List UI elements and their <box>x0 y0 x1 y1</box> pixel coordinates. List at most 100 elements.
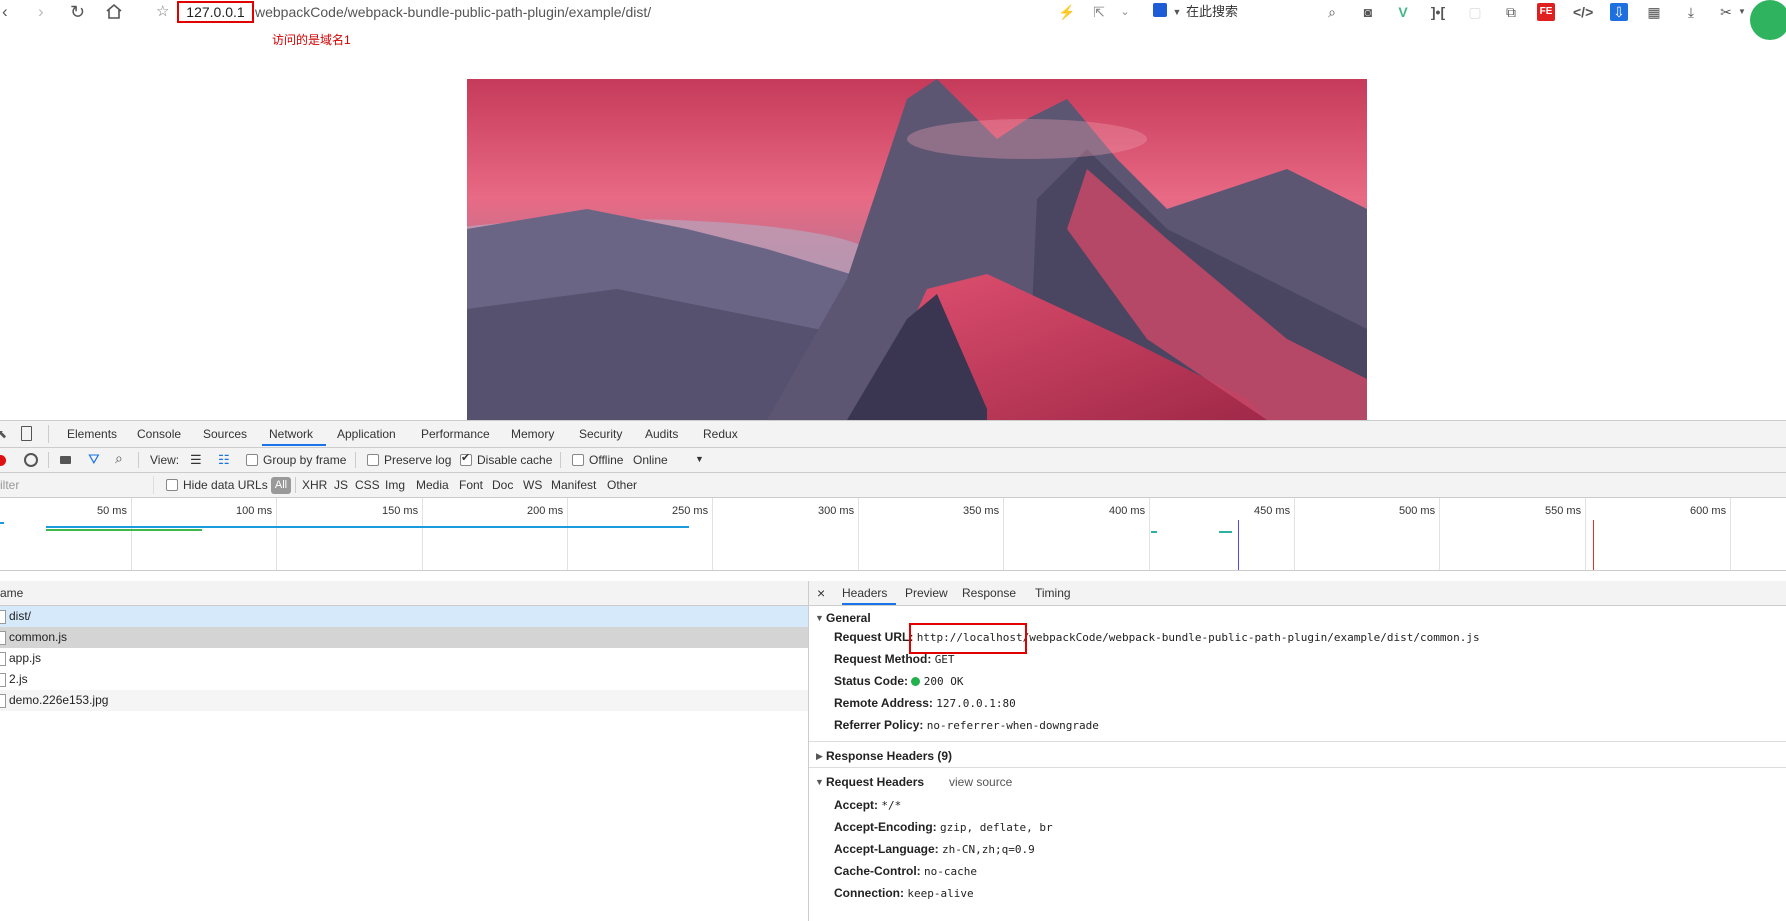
search-input[interactable]: 在此搜索 <box>1186 3 1238 21</box>
request-row[interactable]: 2.js <box>0 669 808 690</box>
code-icon[interactable]: </> <box>1573 3 1593 21</box>
filter-type-js[interactable]: JS <box>334 473 348 497</box>
filter-input[interactable]: ilter <box>0 473 19 497</box>
chevron-down-icon[interactable]: ⌄ <box>1116 3 1134 21</box>
group-by-frame-checkbox[interactable] <box>246 454 258 466</box>
download-icon[interactable]: ⤓ <box>1682 3 1700 21</box>
name-column-header[interactable]: ame <box>0 581 23 605</box>
lightning-icon[interactable]: ⚡ <box>1058 3 1076 21</box>
tab-redux[interactable]: Redux <box>703 421 738 447</box>
caret-down-icon[interactable]: ▼ <box>815 777 824 787</box>
offline-label[interactable]: Offline <box>589 448 623 472</box>
tab-response[interactable]: Response <box>962 581 1016 605</box>
wifi-extension-icon[interactable] <box>1750 0 1786 40</box>
tick-label: 600 ms <box>1690 505 1727 517</box>
tab-audits[interactable]: Audits <box>645 421 678 447</box>
chevron-down-icon[interactable]: ▼ <box>695 454 704 464</box>
scissors-dropdown-icon[interactable]: ▼ <box>1733 3 1751 21</box>
throttle-select[interactable]: Online <box>633 448 668 472</box>
view-source-link[interactable]: view source <box>949 775 1012 789</box>
camera-icon[interactable]: ◙ <box>1359 3 1377 21</box>
request-row[interactable]: app.js <box>0 648 808 669</box>
record-icon[interactable] <box>0 455 6 466</box>
download-manager-icon[interactable]: ⇩ <box>1610 3 1628 21</box>
annotation-note: 访问的是域名1 <box>272 33 351 47</box>
home-icon[interactable] <box>105 3 123 19</box>
tab-console[interactable]: Console <box>137 421 181 447</box>
filter-type-ws[interactable]: WS <box>523 473 542 497</box>
reload-icon[interactable]: ↻ <box>70 2 85 22</box>
qrcode-icon[interactable]: ▦ <box>1645 3 1663 21</box>
tab-performance[interactable]: Performance <box>421 421 490 447</box>
tab-security[interactable]: Security <box>579 421 622 447</box>
fe-extension-icon[interactable]: FE <box>1537 3 1555 21</box>
preserve-log-checkbox[interactable] <box>367 454 379 466</box>
search-icon[interactable]: ⌕ <box>1323 3 1341 21</box>
disable-cache-label[interactable]: Disable cache <box>477 448 552 472</box>
toolbar-divider <box>355 452 356 468</box>
blank-extension-icon[interactable]: ▢ <box>1466 3 1484 21</box>
bookmark-star-icon[interactable]: ☆ <box>156 2 169 20</box>
close-icon[interactable]: × <box>817 581 825 605</box>
header-key: Remote Address: <box>834 696 933 710</box>
request-row[interactable]: dist/ <box>0 606 808 627</box>
device-toolbar-icon[interactable] <box>21 426 32 441</box>
filter-type-manifest[interactable]: Manifest <box>551 473 596 497</box>
preserve-log-label[interactable]: Preserve log <box>384 448 451 472</box>
list-view-icon[interactable]: ☰ <box>190 452 202 468</box>
header-key: Request URL: <box>834 630 914 644</box>
offline-checkbox[interactable] <box>572 454 584 466</box>
disable-cache-checkbox[interactable] <box>460 451 472 466</box>
tab-sources[interactable]: Sources <box>203 421 247 447</box>
search-engine-icon[interactable] <box>1153 3 1167 17</box>
tick-label: 50 ms <box>97 505 127 517</box>
tab-preview[interactable]: Preview <box>905 581 948 605</box>
forward-icon[interactable]: › <box>38 2 44 22</box>
filter-icon[interactable]: ⛛ <box>88 451 100 468</box>
filter-type-xhr[interactable]: XHR <box>302 473 327 497</box>
filter-type-other[interactable]: Other <box>607 473 637 497</box>
filter-type-doc[interactable]: Doc <box>492 473 513 497</box>
hide-data-urls-checkbox[interactable] <box>166 479 178 491</box>
search-icon[interactable]: ⌕ <box>115 450 123 467</box>
filter-type-all[interactable]: All <box>271 477 291 494</box>
vue-devtools-icon[interactable]: V <box>1394 3 1412 21</box>
group-by-frame-label[interactable]: Group by frame <box>263 448 346 472</box>
filter-type-font[interactable]: Font <box>459 473 483 497</box>
network-overview-timeline[interactable]: 50 ms 100 ms 150 ms 200 ms 250 ms 300 ms… <box>0 498 1786 571</box>
request-row-selected[interactable]: common.js <box>0 627 808 648</box>
request-name: app.js <box>9 651 42 665</box>
tab-headers[interactable]: Headers <box>842 581 887 605</box>
url-host[interactable]: 127.0.0.1 <box>177 1 254 23</box>
inspect-element-icon[interactable]: ⬉ <box>0 427 7 441</box>
request-row[interactable]: demo.226e153.jpg <box>0 690 808 711</box>
url-path[interactable]: webpackCode/webpack-bundle-public-path-p… <box>255 3 651 21</box>
search-engine-dropdown-icon[interactable]: ▼ <box>1168 3 1186 21</box>
hide-data-urls-label[interactable]: Hide data URLs <box>183 473 268 497</box>
tick-line <box>1585 498 1586 570</box>
filter-type-media[interactable]: Media <box>416 473 449 497</box>
filter-type-img[interactable]: Img <box>385 473 405 497</box>
cast-icon[interactable]: ⧉ <box>1502 3 1520 21</box>
tick-line <box>1003 498 1004 570</box>
timeline-bar <box>0 522 4 524</box>
tab-elements[interactable]: Elements <box>67 421 117 447</box>
back-icon[interactable]: ‹ <box>2 2 8 22</box>
demo-image <box>467 79 1367 420</box>
filter-type-css[interactable]: CSS <box>355 473 380 497</box>
response-headers-section-title[interactable]: Response Headers (9) <box>826 749 952 763</box>
header-key: Accept-Language: <box>834 842 939 856</box>
caret-right-icon[interactable]: ▶ <box>816 751 823 762</box>
clear-icon[interactable] <box>24 453 38 467</box>
share-icon[interactable]: ⇱ <box>1090 3 1108 21</box>
tab-memory[interactable]: Memory <box>511 421 554 447</box>
accept-encoding-row: Accept-Encoding: gzip, deflate, br <box>834 819 1053 836</box>
request-headers-section-title[interactable]: Request Headers <box>826 775 924 789</box>
tab-timing[interactable]: Timing <box>1035 581 1071 605</box>
bracket-extension-icon[interactable]: ]•[ <box>1429 3 1447 21</box>
caret-down-icon[interactable]: ▼ <box>815 613 824 623</box>
general-section-title[interactable]: General <box>826 611 871 625</box>
tab-application[interactable]: Application <box>337 421 396 447</box>
screenshot-capture-icon[interactable] <box>60 456 71 464</box>
waterfall-view-icon[interactable]: ☷ <box>218 452 230 468</box>
